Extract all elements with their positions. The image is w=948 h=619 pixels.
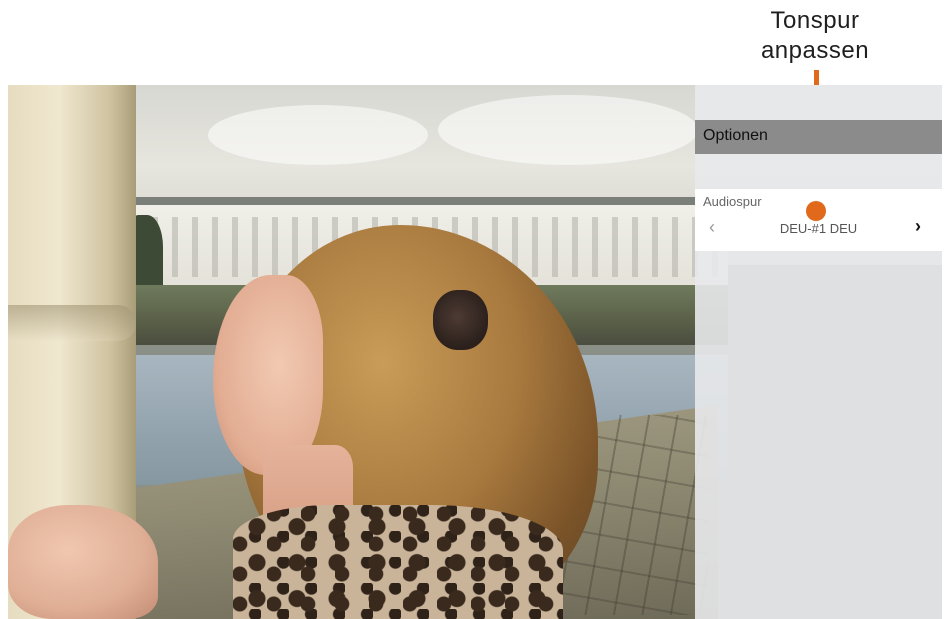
audio-track-value: DEU-#1 DEU — [779, 221, 858, 236]
tv-screen: Optionen Audiospur ‹ DEU-#1 DEU › — [8, 85, 942, 619]
audio-track-label: Audiospur — [703, 194, 762, 209]
chevron-right-icon[interactable]: › — [915, 216, 921, 237]
options-panel: Optionen Audiospur ‹ DEU-#1 DEU › — [695, 85, 942, 619]
video-pillar-band — [8, 305, 136, 341]
options-title: Optionen — [703, 127, 768, 144]
video-woman-coat — [233, 505, 563, 619]
video-hand — [8, 505, 158, 619]
video-hair-clip — [433, 290, 488, 350]
callout-label: Tonspur anpassen — [760, 7, 870, 64]
callout-pointer-dot — [806, 201, 826, 221]
video-cloud — [438, 95, 698, 165]
video-cloud — [208, 105, 428, 165]
options-header: Optionen — [695, 120, 942, 154]
